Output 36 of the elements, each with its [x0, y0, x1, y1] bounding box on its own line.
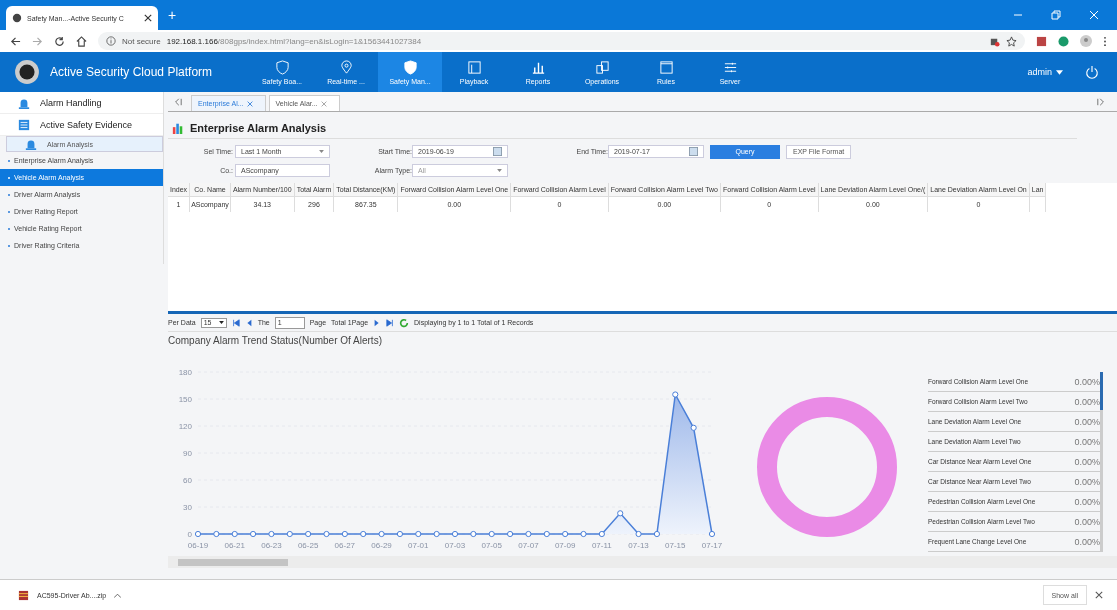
legend-value: 0.00% — [1074, 416, 1100, 427]
axis-label: 07-05 — [481, 541, 502, 550]
axis-label: 06-23 — [261, 541, 282, 550]
axis-label: 30 — [183, 503, 192, 512]
axis-label: 90 — [183, 449, 192, 458]
legend-value: 0.00% — [1074, 536, 1100, 547]
legend-value: 0.00% — [1074, 396, 1100, 407]
chart-title: Company Alarm Trend Status(Number Of Alerts) — [168, 334, 383, 346]
url-text: 192.168.1.166/808gps/index.html?lang=en&isLogin=1&1563441027384 — [166, 36, 422, 46]
legend-value: 0.00% — [1074, 496, 1100, 507]
axis-label: 07-17 — [701, 541, 723, 550]
axis-label: 07-11 — [591, 541, 612, 550]
legend-value: 0.00% — [1074, 516, 1100, 527]
app-title: Active Security Cloud Platform — [50, 65, 214, 79]
axis-label: 06-29 — [371, 541, 392, 550]
legend-value: 0.00% — [1074, 436, 1100, 447]
security-label: Not secure — [122, 36, 161, 46]
axis-label: 06-25 — [297, 541, 319, 550]
axis-label: 07-13 — [628, 541, 649, 550]
axis-label: 07-09 — [554, 541, 576, 550]
axis-label: 07-07 — [518, 541, 539, 550]
axis-label: 06-27 — [334, 541, 356, 550]
legend-value: 0.00% — [1074, 376, 1100, 387]
axis-label: 07-15 — [665, 541, 686, 550]
legend-value: 0.00% — [1074, 456, 1100, 467]
axis-label: 06-21 — [224, 541, 245, 550]
axis-label: 07-01 — [408, 541, 429, 550]
axis-label: 60 — [183, 476, 192, 485]
axis-label: 180 — [178, 368, 192, 377]
axis-label: 06-19 — [187, 541, 209, 550]
axis-label: 150 — [178, 395, 192, 404]
legend-value: 0.00% — [1074, 476, 1100, 487]
axis-label: 07-03 — [444, 541, 466, 550]
axis-label: 120 — [178, 422, 192, 431]
page-title: Enterprise Alarm Analysis — [190, 122, 327, 134]
axis-label: 0 — [187, 530, 192, 539]
